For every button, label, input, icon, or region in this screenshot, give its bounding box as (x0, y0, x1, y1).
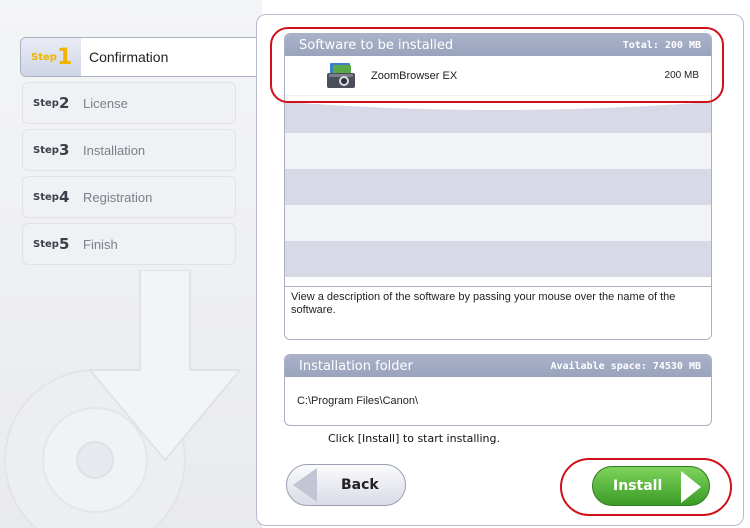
step-number: 5 (59, 235, 70, 253)
step-4: Step 4 Registration (22, 176, 236, 218)
empty-list-rows (285, 97, 711, 287)
step-word: Step (33, 191, 59, 203)
step-label: License (83, 95, 128, 111)
step-number: 1 (57, 44, 73, 70)
installer-window: Step 1 Confirmation Step 2 License Step … (0, 0, 750, 528)
step-1-badge: Step 1 (21, 38, 81, 76)
step-label: Registration (83, 189, 153, 205)
installation-folder-box: Installation folder Available space: 745… (284, 354, 712, 426)
software-description: View a description of the software by pa… (285, 286, 711, 339)
step-1: Step 1 Confirmation (20, 37, 262, 77)
software-highlight-annotation (270, 27, 724, 103)
step-label: Confirmation (89, 49, 169, 65)
step-word: Step (33, 238, 59, 250)
install-prompt: Click [Install] to start installing. (328, 432, 500, 445)
step-word: Step (33, 97, 59, 109)
installation-folder-path: C:\Program Files\Canon\ (297, 395, 419, 407)
step-word: Step (31, 51, 57, 63)
step-number: 3 (59, 141, 70, 159)
installation-folder-title: Installation folder (299, 358, 413, 374)
steps-pane: Step 1 Confirmation Step 2 License Step … (0, 0, 262, 528)
step-label: Finish (83, 236, 118, 252)
install-highlight-annotation (560, 458, 732, 516)
back-button-label: Back (341, 477, 379, 493)
installation-folder-header: Installation folder Available space: 745… (285, 355, 711, 377)
step-2: Step 2 License (22, 82, 236, 124)
step-3: Step 3 Installation (22, 129, 236, 171)
step-number: 4 (59, 188, 70, 206)
step-word: Step (33, 144, 59, 156)
step-number: 2 (59, 94, 70, 112)
disc-arrow-art (4, 270, 243, 528)
back-arrow-icon (293, 468, 317, 502)
available-space: Available space: 74530 MB (550, 360, 701, 372)
back-button[interactable]: Back (286, 464, 406, 506)
step-5: Step 5 Finish (22, 223, 236, 265)
step-label: Installation (83, 142, 146, 158)
